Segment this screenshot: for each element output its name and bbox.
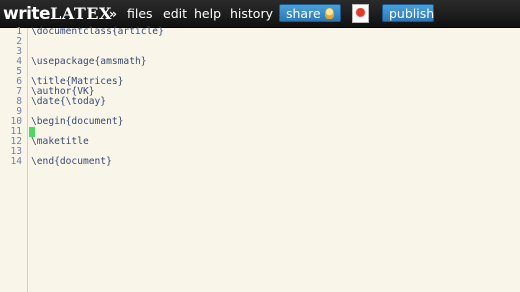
share-button[interactable]: share (279, 4, 341, 22)
collapse-chevron-icon[interactable]: » (109, 6, 117, 21)
writelatex-logo[interactable]: writeLATEX (3, 3, 112, 25)
top-toolbar: writeLATEX » files edit help history sha… (0, 0, 520, 28)
code-line[interactable]: \end{document} (31, 157, 112, 167)
code-line[interactable]: \usepackage{amsmath} (31, 57, 147, 67)
code-line[interactable]: \documentclass{article} (31, 27, 164, 37)
share-bulb-icon (324, 8, 334, 19)
menu-help[interactable]: help (194, 6, 221, 21)
code-line[interactable]: \date{\today} (31, 97, 106, 107)
code-line[interactable]: \maketitle (31, 137, 89, 147)
logo-latex-text: LATEX (50, 4, 112, 23)
menu-history[interactable]: history (230, 6, 273, 21)
code-line[interactable]: \begin{document} (31, 117, 123, 127)
gutter-divider (27, 28, 28, 292)
menu-edit[interactable]: edit (163, 6, 187, 21)
publish-button[interactable]: publish (382, 4, 434, 22)
text-cursor (29, 127, 35, 137)
menu-files[interactable]: files (127, 6, 153, 21)
line-number: 14 (10, 156, 22, 167)
share-label: share (286, 6, 321, 21)
pdf-icon[interactable] (352, 4, 369, 23)
logo-write-text: write (3, 4, 51, 24)
